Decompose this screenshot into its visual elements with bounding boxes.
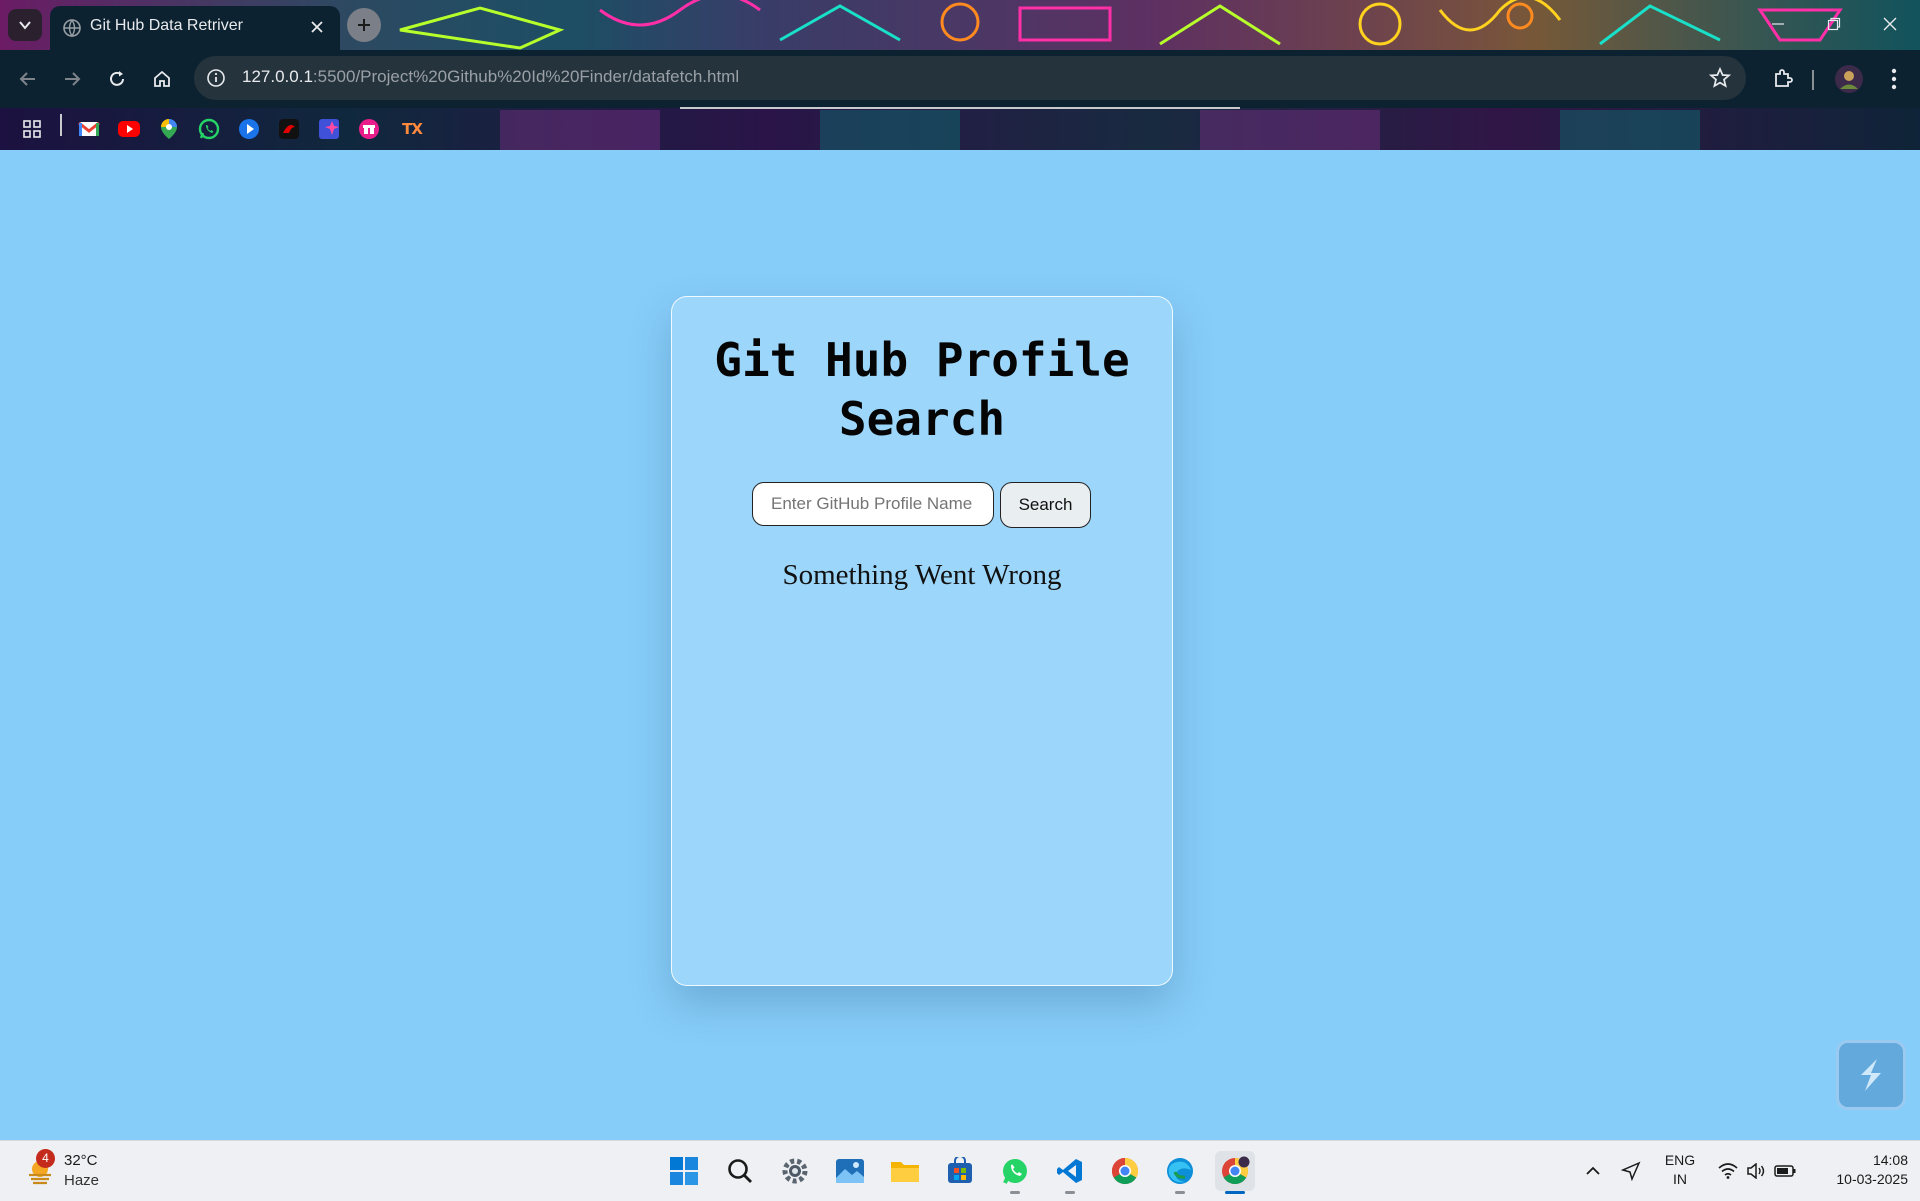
youtube-icon[interactable]	[117, 117, 141, 141]
tab-close-icon[interactable]	[306, 16, 328, 38]
extensions-button[interactable]	[1765, 63, 1801, 95]
kebab-menu-icon	[1891, 68, 1897, 90]
url-text[interactable]: 127.0.0.1:5500/Project%20Github%20Id%20F…	[242, 67, 739, 87]
close-icon	[1883, 17, 1897, 31]
show-hidden-icons-button[interactable]	[1580, 1141, 1606, 1201]
vscode-icon[interactable]	[1050, 1151, 1090, 1194]
profile-search-card: Git Hub ProfileSearch Search Something W…	[671, 296, 1173, 986]
maps-icon[interactable]	[157, 117, 181, 141]
clock-date: 10-03-2025	[1836, 1171, 1908, 1187]
input-language[interactable]: ENG IN	[1655, 1151, 1705, 1189]
chrome-icon[interactable]	[1105, 1151, 1145, 1191]
chrome-profile-icon[interactable]	[1215, 1151, 1255, 1194]
photos-icon[interactable]	[830, 1151, 870, 1191]
system-clock[interactable]: 14:08 10-03-2025	[1808, 1151, 1908, 1189]
weather-widget[interactable]: 4 32°C Haze	[22, 1149, 122, 1193]
search-icon[interactable]	[720, 1151, 760, 1191]
search-form: Search	[752, 482, 1091, 528]
forward-button[interactable]	[56, 63, 88, 95]
airtel-icon[interactable]	[277, 117, 301, 141]
weather-temperature: 32°C	[64, 1152, 98, 1169]
store-icon[interactable]	[940, 1151, 980, 1191]
plus-icon	[358, 19, 370, 31]
weather-badge: 4	[36, 1149, 55, 1168]
minimize-button[interactable]	[1750, 0, 1806, 48]
minimize-icon	[1772, 23, 1784, 25]
title-line-2: Search	[838, 392, 1006, 446]
search-button[interactable]: Search	[1000, 482, 1091, 528]
settings-icon[interactable]	[775, 1151, 815, 1191]
page-viewport: Git Hub ProfileSearch Search Something W…	[0, 150, 1920, 1140]
language-code: ENG	[1664, 1152, 1696, 1168]
tx-icon[interactable]: TX	[397, 117, 427, 141]
tx-label: TX	[402, 120, 423, 138]
restore-button[interactable]	[1806, 0, 1862, 48]
gift-icon[interactable]	[357, 117, 381, 141]
browser-chrome: Git Hub Data Retriver 127.0.0.1:5500/Pro…	[0, 0, 1920, 150]
home-button[interactable]	[146, 63, 178, 95]
puzzle-icon	[1775, 69, 1793, 87]
title-line-1: Git Hub Profile	[714, 333, 1130, 387]
windows-start-icon[interactable]	[664, 1151, 704, 1191]
bookmarks-bar: TX	[0, 108, 1920, 150]
url-host: 127.0.0.1	[242, 67, 313, 86]
file-explorer-icon[interactable]	[885, 1151, 925, 1191]
pinterest-icon[interactable]	[317, 117, 341, 141]
edge-icon[interactable]	[1160, 1151, 1200, 1194]
toolbar-divider	[1812, 70, 1814, 90]
running-indicator	[1175, 1191, 1185, 1194]
arrow-left-icon	[19, 72, 35, 86]
tab-strip: Git Hub Data Retriver	[0, 0, 1920, 50]
running-indicator	[1010, 1191, 1020, 1194]
restore-icon	[1827, 17, 1841, 31]
new-tab-button[interactable]	[347, 8, 381, 42]
profile-search-input[interactable]	[752, 482, 994, 526]
error-message: Something Went Wrong	[782, 559, 1062, 591]
arrow-right-icon	[65, 72, 81, 86]
browser-menu-button[interactable]	[1876, 63, 1912, 95]
whatsapp-icon[interactable]	[995, 1151, 1035, 1194]
apps-icon[interactable]	[20, 117, 44, 141]
clock-time: 14:08	[1872, 1152, 1908, 1168]
url-path: :5500/Project%20Github%20Id%20Finder/dat…	[312, 67, 740, 86]
chevron-down-icon	[19, 21, 31, 30]
tab-title: Git Hub Data Retriver	[90, 17, 243, 34]
volume-icon[interactable]	[1744, 1141, 1768, 1201]
active-indicator	[1225, 1191, 1245, 1194]
whatsapp-icon[interactable]	[197, 117, 221, 141]
reload-button[interactable]	[101, 63, 133, 95]
floating-widget-button[interactable]	[1836, 1040, 1906, 1110]
back-button[interactable]	[12, 63, 44, 95]
browser-toolbar: 127.0.0.1:5500/Project%20Github%20Id%20F…	[0, 50, 1920, 108]
language-region: IN	[1673, 1171, 1687, 1187]
tab-search-button[interactable]	[8, 9, 42, 41]
running-indicator	[1065, 1191, 1075, 1194]
play-icon[interactable]	[237, 117, 261, 141]
page-title: Git Hub Profile Search	[672, 331, 1172, 449]
site-info-icon[interactable]	[204, 66, 228, 90]
battery-icon[interactable]	[1772, 1141, 1798, 1201]
avatar-icon	[1835, 65, 1863, 93]
wifi-icon[interactable]	[1716, 1141, 1740, 1201]
profile-avatar[interactable]	[1832, 63, 1866, 95]
home-icon	[154, 70, 170, 87]
slash-logo-icon	[1861, 1059, 1881, 1091]
tab-active[interactable]: Git Hub Data Retriver	[50, 6, 340, 50]
globe-icon	[63, 19, 81, 38]
bookmark-star-icon[interactable]	[1708, 66, 1732, 90]
reload-icon	[110, 71, 124, 86]
bookmarks-separator	[60, 114, 62, 136]
chevron-up-icon	[1586, 1166, 1600, 1175]
location-icon[interactable]	[1618, 1141, 1644, 1201]
address-bar[interactable]: 127.0.0.1:5500/Project%20Github%20Id%20F…	[194, 56, 1746, 100]
close-window-button[interactable]	[1862, 0, 1918, 48]
windows-taskbar: 4 32°C Haze ENG IN 14:08 10-03-2025	[0, 1140, 1920, 1201]
weather-condition: Haze	[64, 1172, 100, 1189]
gmail-icon[interactable]	[77, 117, 101, 141]
